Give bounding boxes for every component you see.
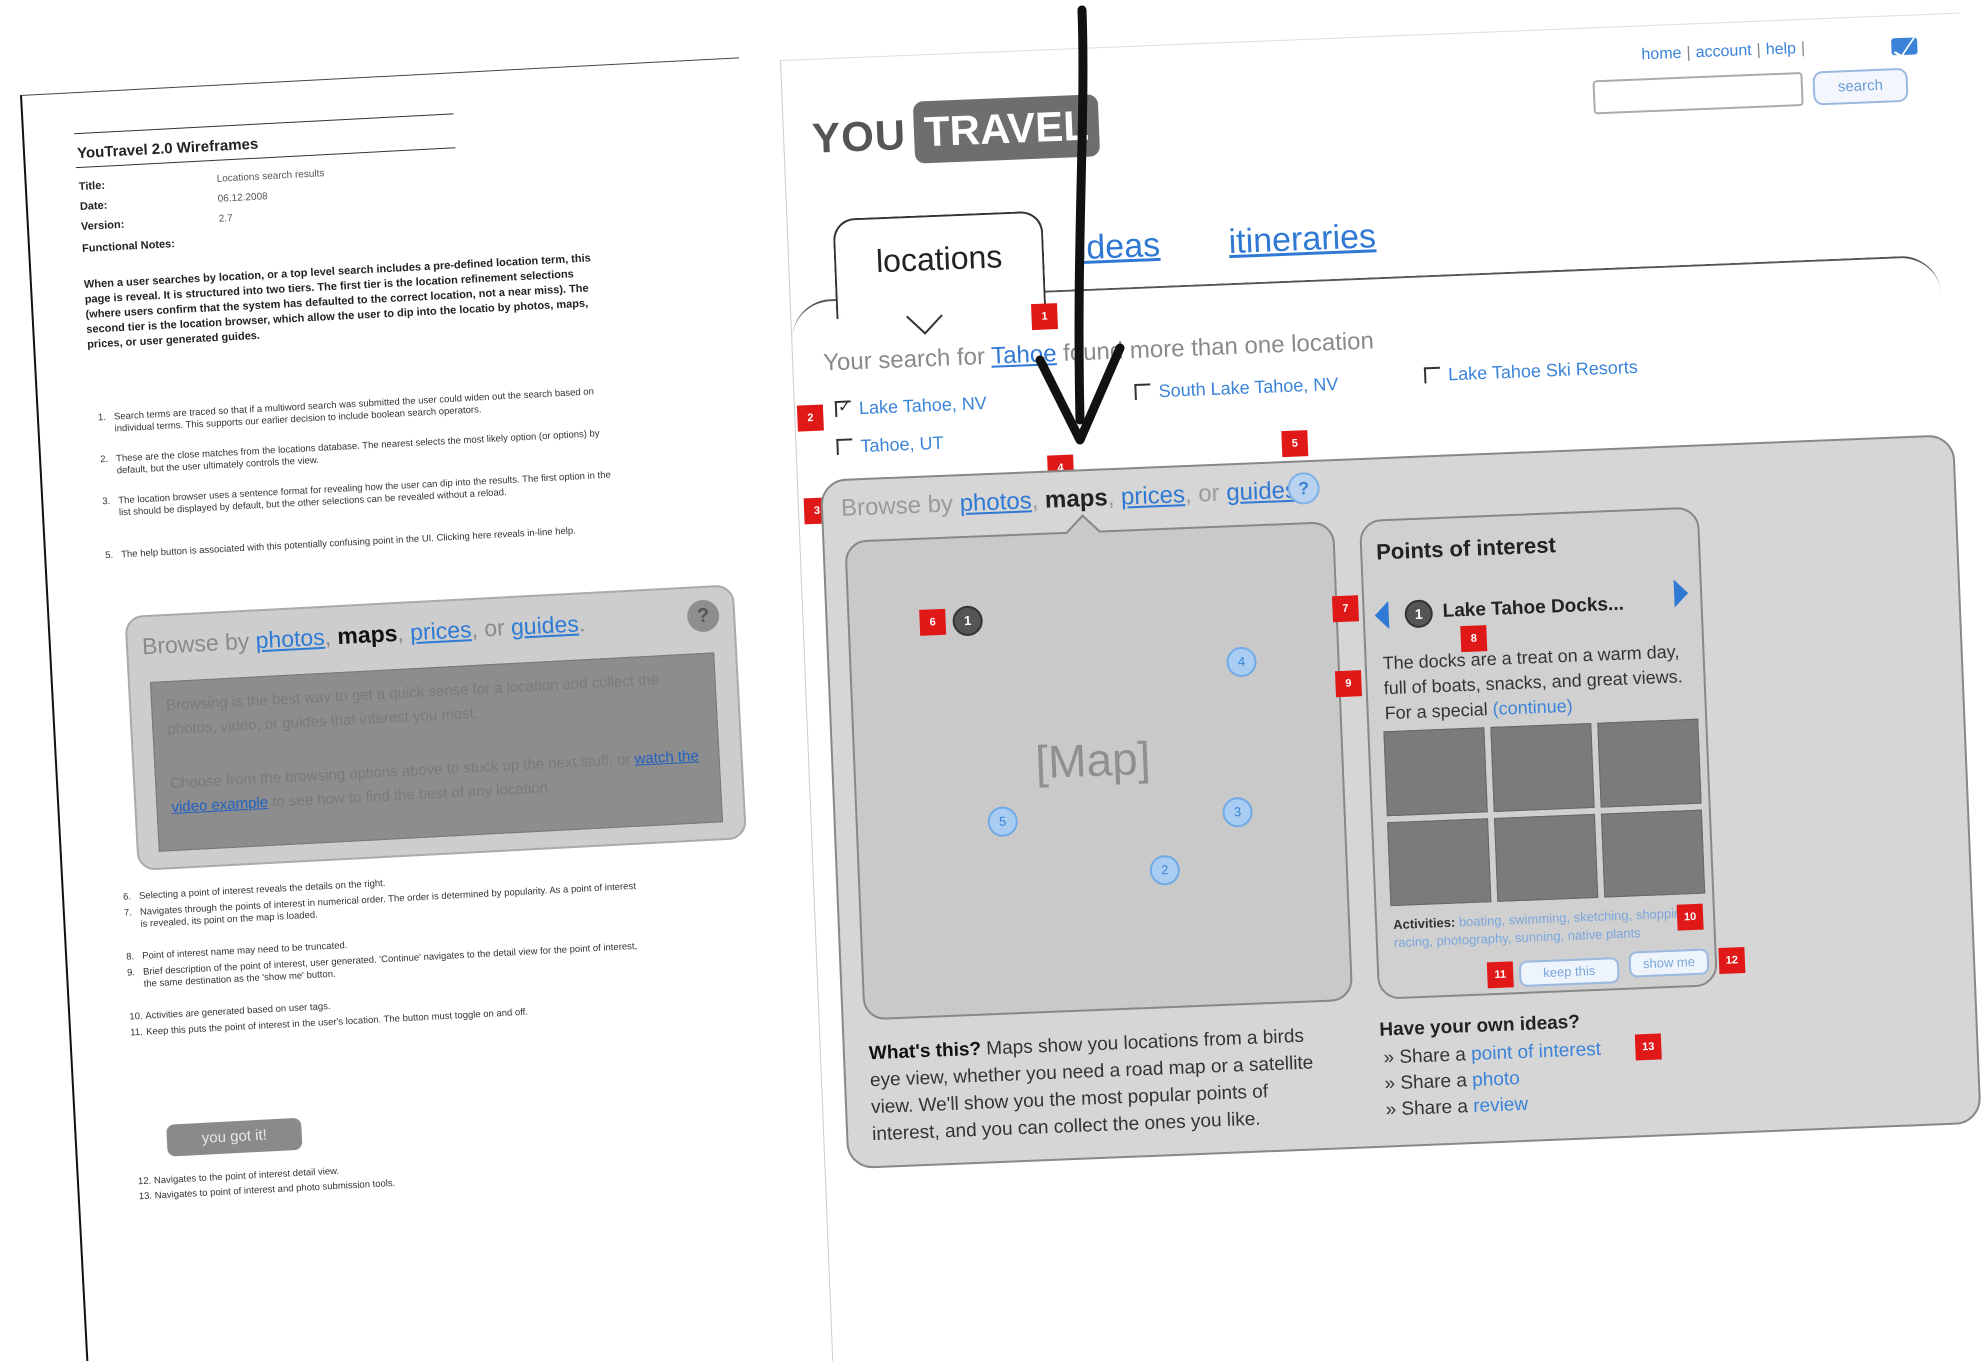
activities-list: Activities: boating, swimming, sketching… [1392,905,1693,951]
tab-itineraries[interactable]: itineraries [1228,217,1377,262]
browse-panel: Browse by photos, maps, prices, or guide… [819,434,1982,1170]
search-button[interactable]: search [1812,67,1909,106]
mail-icon[interactable] [1891,37,1918,56]
spec-note: 1. Search terms are traced so that if a m… [97,386,595,435]
annotation-marker: 9 [1334,670,1362,698]
mini-help-box: Browsing is the best way to get a quick … [149,652,724,852]
meta-date-key: Date: [79,199,108,214]
meta-date-value: 06.12.2008 [217,191,269,205]
mini-help-text: Choose from the browsing options above t… [169,747,700,817]
mini-photos-link[interactable]: photos [255,624,325,654]
spec-sheet: YouTravel 2.0 Wireframes Title: Location… [20,57,807,1361]
help-link[interactable]: help [1765,40,1796,58]
share-photo-link[interactable]: photo [1472,1068,1520,1091]
annotation-marker: 13 [1634,1033,1662,1061]
photos-link[interactable]: photos [959,487,1032,517]
annotation-marker: 7 [1331,595,1359,623]
map-area[interactable]: [Map] 6 1 4 5 3 2 [844,514,1354,1021]
meta-version-value: 2.7 [218,213,233,225]
map-pin[interactable]: 2 [1149,854,1181,886]
photo-thumbnail[interactable] [1600,809,1706,898]
map-pin[interactable]: 3 [1221,796,1254,828]
photo-thumbnail[interactable] [1490,722,1595,812]
checkbox[interactable] [836,438,853,456]
annotation-marker: 11 [1486,961,1514,989]
spec-note: 3. The location browser uses a sentence f… [102,469,612,519]
map-pin[interactable]: 4 [1225,646,1258,678]
mini-guides-link[interactable]: guides [510,611,579,641]
mini-help-text: Browsing is the best way to get a quick … [165,671,660,739]
spec-intro: When a user searches by location, or a t… [83,252,592,351]
checkbox-checked[interactable] [834,400,852,418]
prices-link[interactable]: prices [1120,481,1185,511]
search-input[interactable] [1592,71,1804,115]
photo-thumbnail[interactable] [1383,727,1488,816]
help-icon[interactable]: ? [686,599,721,633]
browse-by-line: Browse by photos, maps, prices, or guide… [840,476,1305,522]
location-option[interactable]: Tahoe, UT [836,433,944,458]
annotation-marker: 6 [919,608,947,636]
annotation-marker: 2 [796,404,824,432]
poi-description: The docks are a treat on a warm day, ful… [1382,641,1684,724]
guides-link[interactable]: guides [1226,477,1298,507]
maps-label: maps [1044,484,1109,514]
poi-number-badge: 1 [1404,599,1434,629]
share-item: » Share a point of interest [1383,1038,1602,1069]
map-pointer [1066,514,1101,549]
photo-grid [1383,718,1706,907]
spec-note: 5. The help button is associated with thi… [104,525,577,562]
map-pin-active[interactable]: 1 [952,605,984,637]
annotation-marker: 10 [1676,903,1704,931]
meta-title-value: Locations search results [216,168,325,185]
wireframe-page: YOU TRAVEL home | account | help | search loc… [780,12,1983,1361]
help-icon[interactable]: ? [1286,471,1321,505]
meta-title-key: Title: [78,179,106,194]
top-links: home | account | help | [1641,39,1806,64]
mini-browse-line: Browse by photos, maps, prices, or guide… [141,610,586,660]
keep-this-button[interactable]: keep this [1518,957,1620,988]
account-link[interactable]: account [1695,42,1752,61]
checkbox[interactable] [1423,366,1441,384]
mini-maps-label: maps [336,620,399,650]
divider [74,113,454,135]
tab-locations[interactable]: locations [832,210,1047,319]
own-ideas-heading: Have your own ideas? [1378,1011,1581,1041]
photo-thumbnail[interactable] [1387,817,1492,907]
mini-prices-link[interactable]: prices [409,616,472,645]
location-option[interactable]: Lake Tahoe, NV [834,393,987,420]
annotation-marker: 5 [1281,430,1309,458]
show-me-button[interactable]: show me [1628,948,1710,978]
meta-notes-key: Functional Notes: [81,238,176,255]
got-it-button[interactable]: you got it! [166,1117,303,1157]
poi-title: Points of interest [1375,532,1557,565]
spec-note: 2. These are the close matches from the l… [99,428,600,477]
home-link[interactable]: home [1641,45,1682,64]
poi-name: Lake Tahoe Docks... [1442,593,1625,622]
down-arrow-icon [1035,5,1125,445]
share-item: » Share a review [1385,1093,1529,1121]
continue-link[interactable]: (continue) [1492,696,1573,719]
points-of-interest-panel: Points of interest 1 Lake Tahoe Docks...… [1358,506,1746,1000]
mini-browse-panel: Browse by photos, maps, prices, or guide… [124,584,747,871]
annotation-marker: 12 [1718,947,1746,975]
photo-thumbnail[interactable] [1493,813,1599,902]
photo-thumbnail[interactable] [1597,718,1702,808]
next-arrow-icon[interactable] [1673,578,1689,608]
location-option[interactable]: South Lake Tahoe, NV [1134,374,1339,403]
map-pin[interactable]: 5 [987,806,1019,838]
whats-this-text: What's this? Maps show you locations fro… [868,1025,1314,1146]
logo-you: YOU [811,111,908,162]
previous-arrow-icon[interactable] [1374,601,1390,630]
share-point-link[interactable]: point of interest [1471,1039,1602,1065]
map-placeholder: [Map] [1034,731,1152,789]
location-option[interactable]: Lake Tahoe Ski Resorts [1423,357,1638,387]
meta-version-key: Version: [80,218,125,233]
share-review-link[interactable]: review [1473,1094,1529,1117]
share-item: » Share a photo [1384,1068,1521,1095]
